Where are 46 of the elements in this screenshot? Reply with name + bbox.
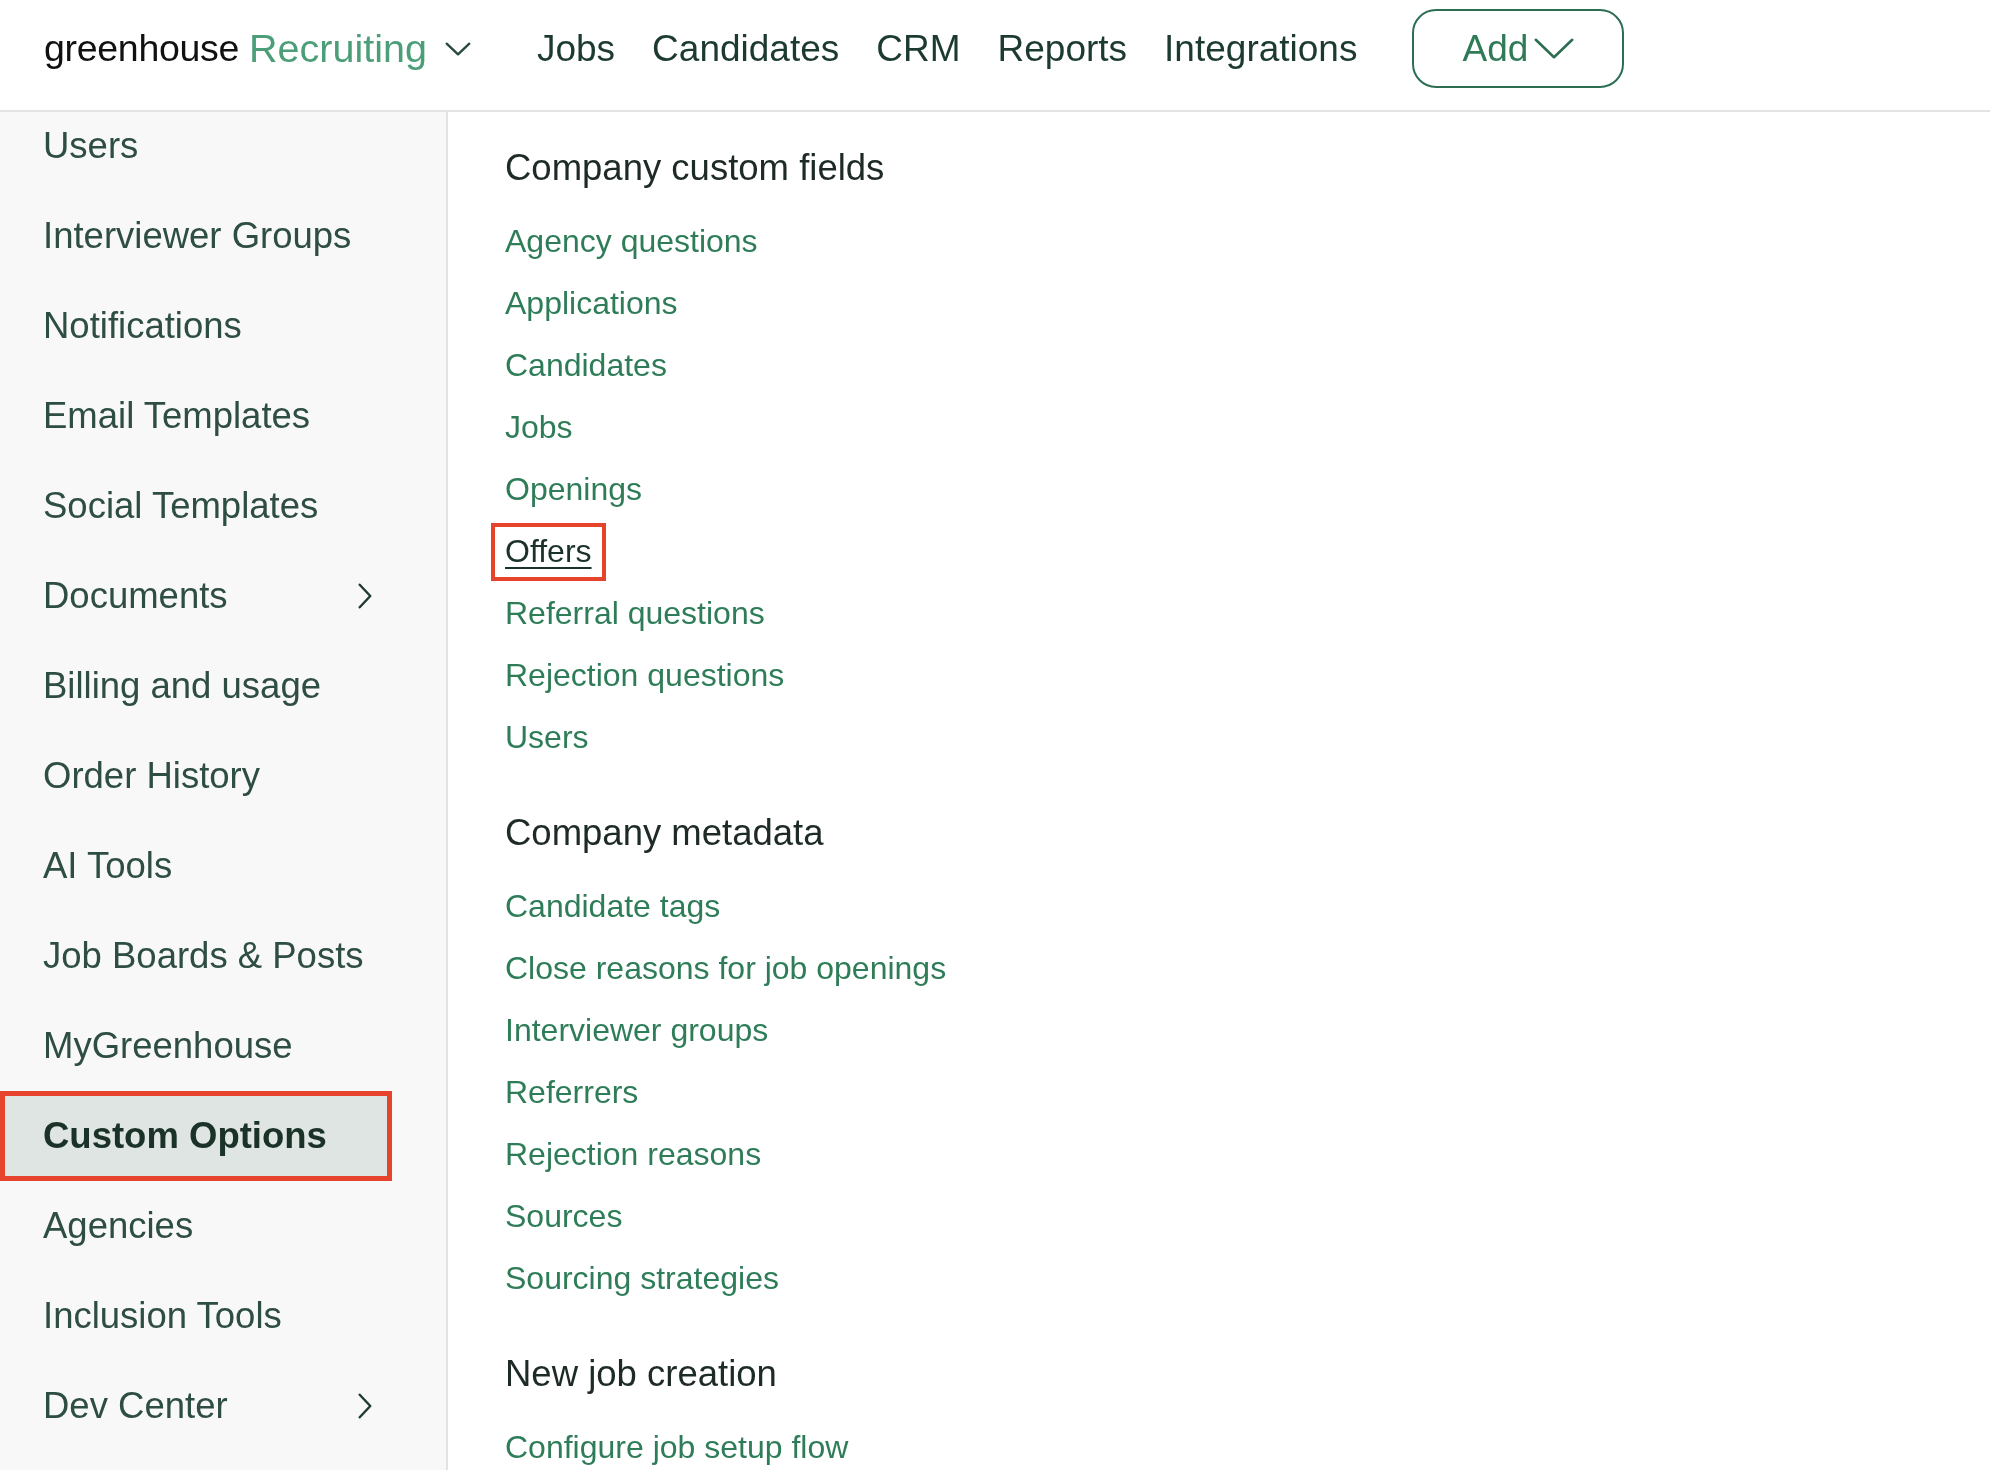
settings-link[interactable]: Referral questions	[505, 594, 765, 632]
sidebar-item[interactable]: Custom Options	[0, 1091, 392, 1181]
settings-link[interactable]: Sourcing strategies	[505, 1259, 779, 1297]
sidebar-item[interactable]: Inclusion Tools	[0, 1271, 392, 1361]
settings-link[interactable]: Configure job setup flow	[505, 1428, 849, 1466]
brand-wordmark: greenhouse	[44, 27, 240, 70]
sidebar-item[interactable]: Billing and usage	[0, 641, 392, 731]
chevron-right-icon	[358, 583, 372, 609]
settings-link[interactable]: Rejection questions	[505, 656, 785, 694]
sidebar-item[interactable]: AI Tools	[0, 821, 392, 911]
chevron-down-icon	[444, 41, 471, 56]
sidebar-item[interactable]: Job Boards & Posts	[0, 911, 392, 1001]
nav-link[interactable]: CRM	[876, 27, 961, 70]
settings-link[interactable]: Openings	[505, 470, 642, 508]
chevron-down-icon	[1534, 38, 1575, 59]
sidebar-item[interactable]: Dev Center	[0, 1361, 392, 1451]
sidebar-item[interactable]: Notifications	[0, 281, 392, 371]
sidebar-item[interactable]: Interviewer Groups	[0, 191, 392, 281]
settings-link[interactable]: Close reasons for job openings	[505, 949, 947, 987]
sidebar-item[interactable]: Documents	[0, 551, 392, 641]
sidebar-item[interactable]: Email Templates	[0, 371, 392, 461]
sidebar-item[interactable]: Order History	[0, 731, 392, 821]
settings-link[interactable]: Sources	[505, 1197, 623, 1235]
section-heading: Company metadata	[505, 811, 824, 855]
settings-link[interactable]: Agency questions	[505, 222, 758, 260]
settings-link[interactable]: Applications	[505, 284, 678, 322]
sidebar-item[interactable]: Users	[0, 112, 392, 191]
sidebar-item[interactable]: Social Templates	[0, 461, 392, 551]
settings-link[interactable]: Rejection reasons	[505, 1135, 762, 1173]
sidebar-item[interactable]: MyGreenhouse	[0, 1001, 392, 1091]
nav-link[interactable]: Candidates	[652, 27, 840, 70]
settings-link[interactable]: Referrers	[505, 1073, 639, 1111]
settings-link[interactable]: Candidate tags	[505, 887, 721, 925]
settings-link[interactable]: Jobs	[505, 408, 573, 446]
nav-link[interactable]: Jobs	[536, 27, 616, 70]
chevron-right-icon	[358, 1393, 372, 1419]
nav-link[interactable]: Reports	[997, 27, 1128, 70]
settings-link[interactable]: Offers	[491, 522, 606, 582]
settings-link[interactable]: Candidates	[505, 346, 667, 384]
section-heading: New job creation	[505, 1352, 777, 1396]
settings-link[interactable]: Interviewer groups	[505, 1011, 769, 1049]
section-heading: Company custom fields	[505, 146, 885, 190]
add-button[interactable]: Add	[1412, 9, 1625, 88]
sidebar-item[interactable]: Agencies	[0, 1181, 392, 1271]
nav-link[interactable]: Integrations	[1164, 27, 1358, 70]
settings-link[interactable]: Users	[505, 718, 589, 756]
